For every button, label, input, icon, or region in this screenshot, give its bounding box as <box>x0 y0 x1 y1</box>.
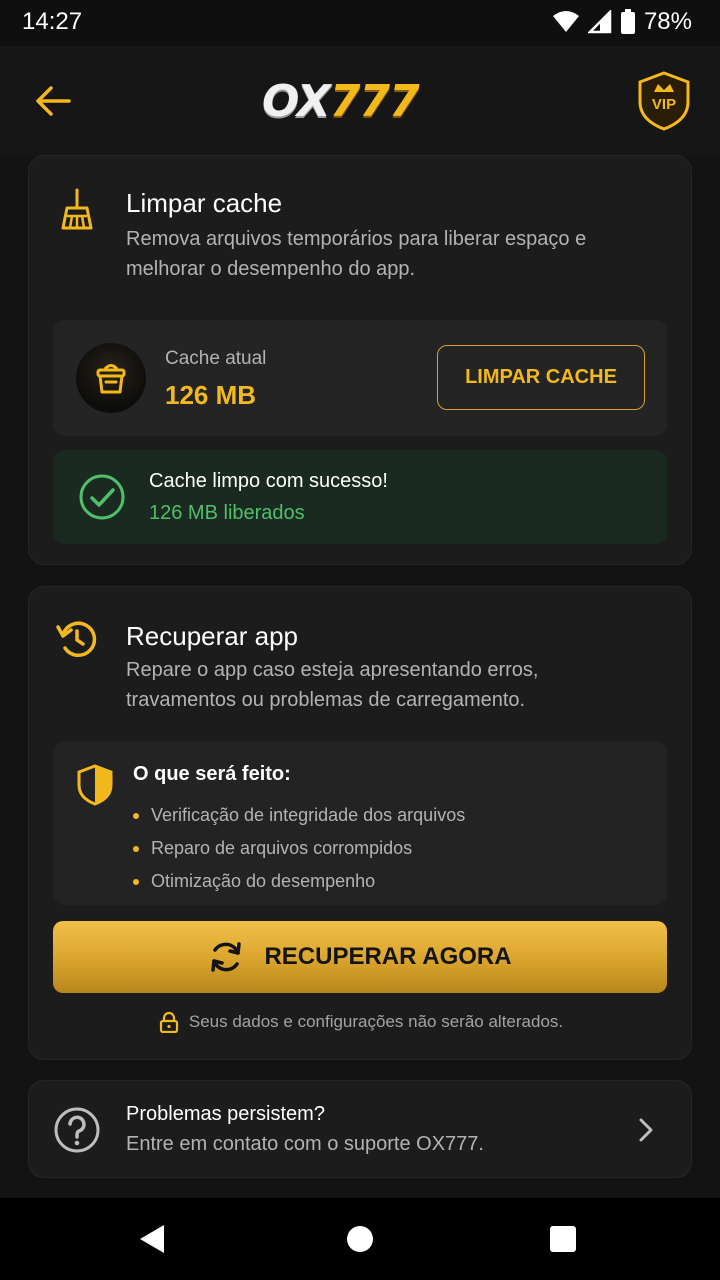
back-arrow-icon <box>36 86 71 116</box>
cache-description: Remova arquivos temporários para liberar… <box>126 228 587 280</box>
support-card[interactable]: Problemas persistem? Entre em contato co… <box>28 1080 692 1178</box>
clear-cache-card: Limpar cache Remova arquivos temporários… <box>28 155 692 565</box>
cache-avatar <box>76 343 146 413</box>
wifi-icon <box>552 11 579 32</box>
note-text: Seus dados e configurações não serão alt… <box>188 1012 564 1031</box>
shield-icon <box>77 764 113 806</box>
signal-icon <box>587 10 612 34</box>
list-item: Otimização do desempenho <box>133 865 465 898</box>
clear-cache-button[interactable]: LIMPAR CACHE <box>437 345 645 410</box>
ox777-logo: OX777 <box>262 74 420 130</box>
battery-percent: 78% <box>643 8 692 35</box>
success-suffix: liberados <box>223 502 305 524</box>
recover-description: Repare o app caso esteja apresentando er… <box>126 659 539 711</box>
logo-number-text: 777 <box>329 76 420 127</box>
back-button[interactable] <box>28 76 78 126</box>
nav-home-icon[interactable] <box>343 1222 377 1256</box>
recover-info-box: O que será feito: Verificação de integri… <box>53 741 667 905</box>
system-nav-bar <box>0 1198 720 1280</box>
support-subtitle: Entre em contato com o suporte OX777. <box>126 1133 484 1155</box>
chevron-right-icon <box>639 1118 653 1142</box>
nav-recents-icon[interactable] <box>546 1222 580 1256</box>
info-title: O que será feito: <box>133 763 291 785</box>
refresh-icon <box>211 942 242 972</box>
info-list: Verificação de integridade dos arquivos … <box>133 799 465 898</box>
battery-icon <box>620 9 635 34</box>
broom-icon <box>61 188 93 230</box>
current-cache-box: Cache atual 126 MB LIMPAR CACHE <box>53 320 667 436</box>
bucket-icon <box>96 364 126 394</box>
success-amount: 126 MB <box>149 502 218 524</box>
status-bar: 14:27 78% <box>0 0 720 46</box>
app-header: OX777 VIP <box>0 46 720 156</box>
check-circle-icon <box>79 474 125 520</box>
data-safe-note: Seus dados e configurações não serão alt… <box>29 1011 693 1033</box>
cache-title: Limpar cache <box>126 188 283 218</box>
list-item: Reparo de arquivos corrompidos <box>133 832 465 865</box>
recover-now-button[interactable]: RECUPERAR AGORA <box>53 921 667 993</box>
cache-current-value: 126 MB <box>165 380 257 410</box>
success-subtitle: 126 MB liberados <box>149 502 305 525</box>
success-title: Cache limpo com sucesso! <box>149 470 388 492</box>
lock-icon <box>159 1011 178 1033</box>
vip-badge[interactable]: VIP <box>636 70 692 132</box>
recover-title: Recuperar app <box>126 621 298 651</box>
cache-current-label: Cache atual <box>165 348 267 369</box>
support-title: Problemas persistem? <box>126 1103 325 1125</box>
list-item: Verificação de integridade dos arquivos <box>133 799 465 832</box>
success-message: Cache limpo com sucesso! 126 MB liberado… <box>53 450 667 544</box>
restore-icon <box>56 621 97 658</box>
recover-button-label: RECUPERAR AGORA <box>264 943 512 970</box>
status-icons: 78% <box>552 8 692 36</box>
logo-ox-text: OX <box>262 76 331 127</box>
status-time: 14:27 <box>22 8 83 35</box>
recover-app-card: Recuperar app Repare o app caso esteja a… <box>28 586 692 1060</box>
question-circle-icon <box>54 1107 100 1153</box>
nav-back-icon[interactable] <box>136 1222 170 1256</box>
vip-label: VIP <box>651 96 677 113</box>
